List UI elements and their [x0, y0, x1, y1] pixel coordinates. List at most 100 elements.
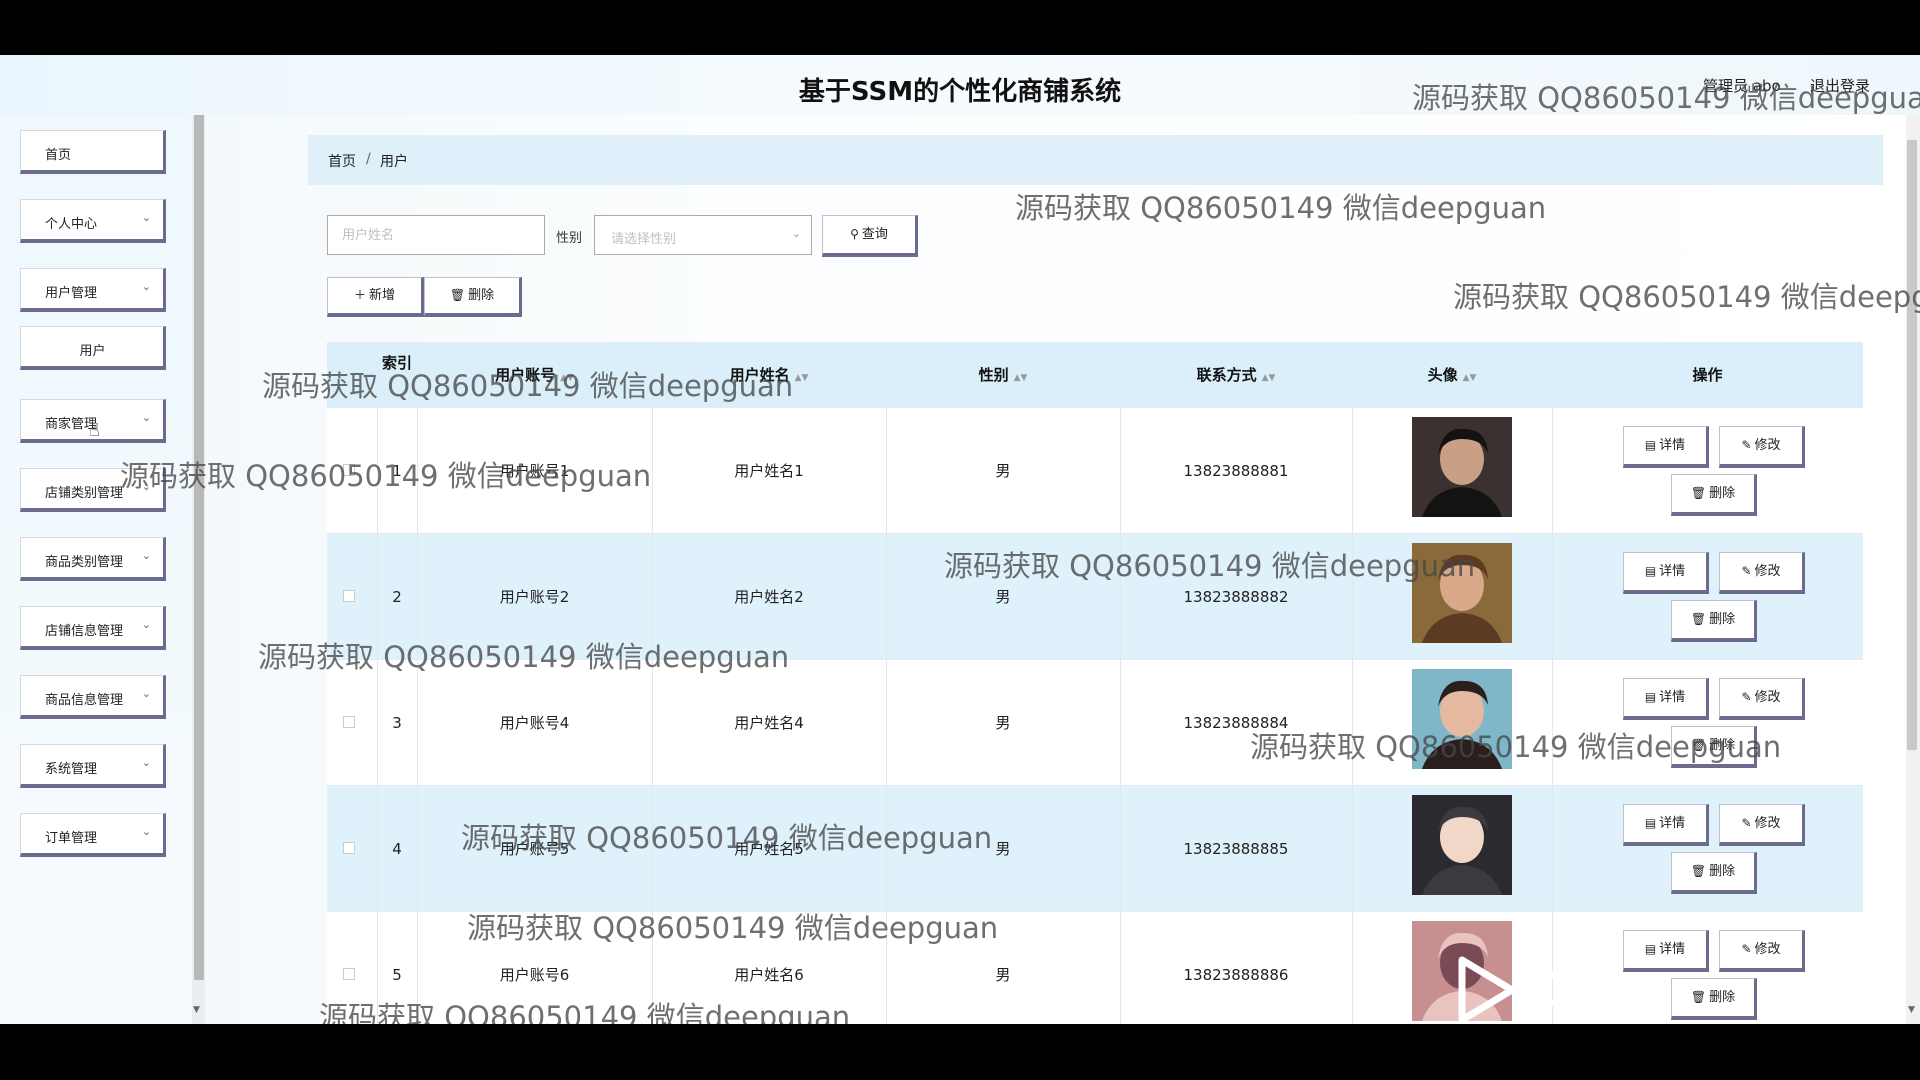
edit-button[interactable]: ✎ 修改 [1719, 678, 1805, 720]
pencil-icon: ✎ [1741, 942, 1752, 956]
edit-button[interactable]: ✎ 修改 [1719, 426, 1805, 468]
avatar [1412, 543, 1512, 643]
detail-button[interactable]: ▤ 详情 [1623, 678, 1709, 720]
sidebar-item[interactable]: 店铺类别管理 ⌄ [20, 468, 166, 512]
col-name[interactable]: 用户姓名 ▲▼ [652, 342, 886, 408]
edit-button-label: 修改 [1754, 564, 1781, 579]
sidebar-item-label: 系统管理 [45, 762, 98, 777]
col-phone-label: 联系方式 [1196, 366, 1257, 384]
detail-button[interactable]: ▤ 详情 [1623, 930, 1709, 972]
row-checkbox[interactable] [343, 590, 355, 602]
detail-button-label: 详情 [1659, 690, 1686, 705]
col-phone[interactable]: 联系方式 ▲▼ [1120, 342, 1352, 408]
col-ops: 操作 [1552, 342, 1863, 408]
scroll-down-arrow-icon[interactable]: ▼ [193, 1005, 200, 1015]
column-divider [1552, 660, 1553, 786]
detail-button-label: 详情 [1659, 816, 1686, 831]
sidebar-scroll-thumb[interactable] [194, 115, 204, 980]
cell-gender: 男 [995, 840, 1011, 858]
detail-button[interactable]: ▤ 详情 [1623, 552, 1709, 594]
col-gender-label: 性别 [978, 366, 1009, 384]
row-checkbox[interactable] [343, 464, 355, 476]
delete-button[interactable]: 🗑 删除 [1671, 600, 1757, 642]
sort-icon[interactable]: ▲▼ [1463, 373, 1477, 383]
delete-button[interactable]: 🗑 删除 [1671, 474, 1757, 516]
detail-button-label: 详情 [1659, 564, 1686, 579]
top-header: 基于SSM的个性化商铺系统 管理员 abo 退出登录 [0, 55, 1920, 115]
sidebar-item[interactable]: 商品信息管理 ⌄ [20, 675, 166, 719]
cell-account: 用户账号2 [499, 588, 570, 606]
document-icon: ▤ [1644, 690, 1657, 704]
col-index-label: 索引 [381, 354, 412, 372]
column-divider [1352, 786, 1353, 912]
sort-icon[interactable]: ▲▼ [1262, 373, 1276, 383]
edit-button[interactable]: ✎ 修改 [1719, 804, 1805, 846]
sidebar-item[interactable]: 系统管理 ⌄ [20, 744, 166, 788]
edit-button-label: 修改 [1754, 438, 1781, 453]
page-scroll-thumb[interactable] [1907, 140, 1917, 750]
avatar [1412, 795, 1512, 895]
cell-gender: 男 [995, 462, 1011, 480]
app-window: 基于SSM的个性化商铺系统 管理员 abo 退出登录 首页个人中心 ⌄ 用户管理 ⌄ 用… [0, 55, 1920, 1024]
row-checkbox[interactable] [343, 716, 355, 728]
cell-index: 2 [392, 588, 402, 606]
chevron-down-icon: ⌄ [791, 227, 801, 240]
sidebar-item[interactable]: 用户管理 ⌄ [20, 268, 166, 312]
row-checkbox[interactable] [343, 842, 355, 854]
col-name-label: 用户姓名 [729, 366, 790, 384]
column-divider [1552, 534, 1553, 660]
document-icon: ▤ [1644, 816, 1657, 830]
query-button[interactable]: ⚲ 查询 [822, 215, 918, 257]
page-scroll-down-icon[interactable]: ▼ [1908, 1005, 1915, 1015]
delete-button-label: 删除 [1709, 738, 1736, 753]
sidebar-item-label: 店铺信息管理 [45, 624, 124, 639]
sidebar-item[interactable]: 店铺信息管理 ⌄ [20, 606, 166, 650]
sidebar-item[interactable]: 个人中心 ⌄ [20, 199, 166, 243]
cell-phone: 13823888882 [1183, 588, 1289, 606]
user-name-search-input[interactable] [327, 215, 545, 255]
gender-label: 性别 [556, 231, 583, 246]
breadcrumb-current: 用户 [380, 154, 408, 170]
cell-account: 用户账号1 [499, 462, 570, 480]
delete-button[interactable]: 🗑 删除 [1671, 978, 1757, 1020]
sidebar-item-label: 商品类别管理 [45, 555, 124, 570]
sort-icon[interactable]: ▲▼ [1014, 373, 1028, 383]
edit-button-label: 修改 [1754, 690, 1781, 705]
pencil-icon: ✎ [1741, 438, 1752, 452]
query-button-label: 查询 [861, 227, 888, 242]
batch-delete-button[interactable]: 🗑 删除 [424, 277, 522, 317]
document-icon: ▤ [1644, 942, 1657, 956]
trash-icon: 🗑 [1690, 486, 1707, 500]
sort-icon[interactable]: ▲▼ [795, 373, 809, 383]
edit-button[interactable]: ✎ 修改 [1719, 552, 1805, 594]
col-avatar[interactable]: 头像 ▲▼ [1352, 342, 1552, 408]
sidebar-item[interactable]: 商家管理 ⌄ [20, 399, 166, 443]
row-checkbox[interactable] [343, 968, 355, 980]
breadcrumb-home[interactable]: 首页 [328, 151, 356, 171]
cell-name: 用户姓名2 [734, 588, 804, 606]
add-button-label: 新增 [369, 288, 396, 303]
sort-icon[interactable]: ▲▼ [560, 373, 574, 383]
sidebar-item[interactable]: 订单管理 ⌄ [20, 813, 166, 857]
detail-button[interactable]: ▤ 详情 [1623, 426, 1709, 468]
document-icon: ▤ [1644, 564, 1657, 578]
sidebar-item-label: 店铺类别管理 [45, 486, 124, 501]
add-button[interactable]: ＋新增 [327, 277, 424, 317]
cell-phone: 13823888886 [1183, 966, 1289, 984]
sidebar-item[interactable]: 商品类别管理 ⌄ [20, 537, 166, 581]
column-divider [1352, 912, 1353, 1024]
delete-button[interactable]: 🗑 删除 [1671, 852, 1757, 894]
gender-select[interactable]: 请选择性别 ⌄ [594, 215, 812, 255]
col-account[interactable]: 用户账号 ▲▼ [417, 342, 652, 408]
edit-button[interactable]: ✎ 修改 [1719, 930, 1805, 972]
sidebar-item-label: 用户 [79, 344, 106, 359]
delete-button[interactable]: 🗑 删除 [1671, 726, 1757, 768]
cell-gender: 男 [995, 966, 1011, 984]
detail-button[interactable]: ▤ 详情 [1623, 804, 1709, 846]
sidebar-item[interactable]: 首页 [20, 130, 166, 174]
cell-name: 用户姓名4 [734, 714, 804, 732]
cell-name: 用户姓名6 [734, 966, 804, 984]
col-gender[interactable]: 性别 ▲▼ [886, 342, 1120, 408]
logout-link[interactable]: 退出登录 [1810, 75, 1870, 96]
sidebar-item[interactable]: 用户 [20, 326, 166, 370]
